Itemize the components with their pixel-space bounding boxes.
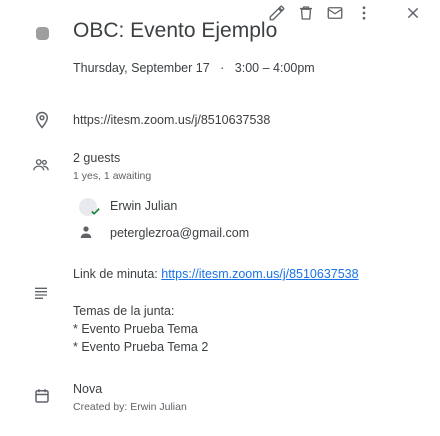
calendar-name: Nova: [73, 382, 103, 396]
event-datetime: Thursday, September 17 · 3:00 – 4:00pm: [73, 61, 315, 75]
people-icon: [33, 159, 49, 171]
created-by: Created by: Erwin Julian: [73, 401, 187, 413]
agenda-item: * Evento Prueba Tema: [73, 322, 198, 336]
minutes-label: Link de minuta:: [73, 267, 162, 281]
guest-name: Erwin Julian: [110, 199, 178, 213]
event-time: 3:00 – 4:00pm: [234, 61, 315, 75]
minutes-link[interactable]: https://itesm.zoom.us/j/8510637538: [161, 267, 358, 281]
calendar-icon: [35, 389, 49, 403]
trash-icon: [300, 6, 312, 20]
datetime-separator: ·: [220, 61, 225, 75]
close-icon: [407, 7, 419, 19]
event-title: OBC: Evento Ejemplo: [73, 19, 278, 42]
agenda-item: * Evento Prueba Tema 2: [73, 340, 209, 354]
guest-count: 2 guests: [73, 151, 121, 165]
location-url[interactable]: https://itesm.zoom.us/j/8510637538: [73, 113, 270, 127]
more-vert-icon: [362, 6, 366, 20]
check-icon: [91, 208, 100, 215]
guest-row[interactable]: peterglezroa@gmail.com: [73, 222, 373, 244]
more-options-button[interactable]: [351, 0, 377, 26]
delete-button[interactable]: [293, 0, 319, 26]
guest-row[interactable]: Erwin Julian: [73, 196, 373, 218]
location-pin-icon: [35, 111, 49, 129]
close-button[interactable]: [400, 0, 426, 26]
email-guests-button[interactable]: [322, 0, 348, 26]
person-avatar-icon: [80, 226, 92, 238]
agenda-title: Temas de la junta:: [73, 304, 175, 318]
guest-email: peterglezroa@gmail.com: [110, 226, 250, 240]
notes-icon: [35, 287, 47, 299]
minutes-line: Link de minuta: https://itesm.zoom.us/j/…: [73, 267, 359, 281]
event-color-swatch: [36, 27, 49, 40]
event-date: Thursday, September 17: [73, 61, 210, 75]
envelope-icon: [327, 7, 343, 19]
guest-summary: 1 yes, 1 awaiting: [73, 170, 152, 182]
